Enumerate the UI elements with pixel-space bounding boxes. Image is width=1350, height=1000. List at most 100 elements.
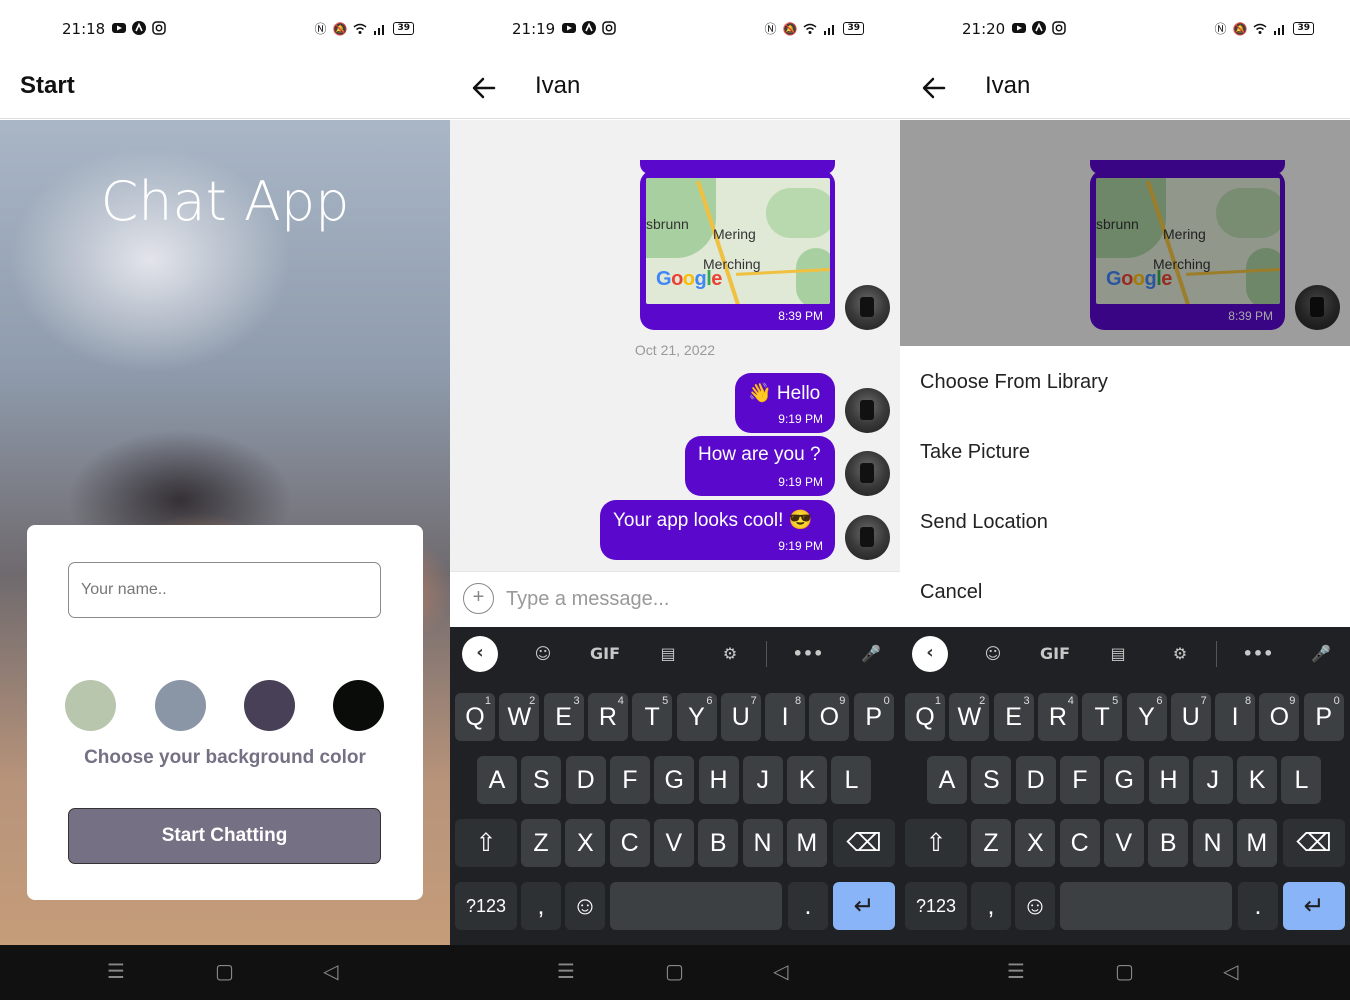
- comma-key[interactable]: ,: [521, 882, 561, 930]
- key-q[interactable]: Q1: [455, 693, 495, 741]
- key-g[interactable]: G: [1104, 756, 1145, 804]
- enter-key[interactable]: ↵: [833, 882, 895, 930]
- sticker-icon[interactable]: ☺: [525, 637, 561, 671]
- key-d[interactable]: D: [565, 756, 606, 804]
- key-t[interactable]: T5: [1082, 693, 1123, 741]
- key-z[interactable]: Z: [521, 819, 561, 867]
- color-swatch-black[interactable]: [333, 680, 384, 731]
- key-l[interactable]: L: [831, 756, 872, 804]
- key-f[interactable]: F: [609, 756, 650, 804]
- clipboard-icon[interactable]: ▤: [1100, 637, 1136, 671]
- settings-gear-icon[interactable]: ⚙: [1162, 637, 1198, 671]
- key-j[interactable]: J: [742, 756, 783, 804]
- back-arrow-icon[interactable]: [470, 74, 498, 102]
- key-d[interactable]: D: [1015, 756, 1056, 804]
- more-icon[interactable]: •••: [790, 637, 826, 671]
- key-w[interactable]: W2: [499, 693, 540, 741]
- space-key[interactable]: [610, 882, 782, 930]
- key-v[interactable]: V: [653, 819, 694, 867]
- home-icon[interactable]: ▢: [665, 959, 684, 983]
- period-key[interactable]: .: [1238, 882, 1278, 930]
- period-key[interactable]: .: [788, 882, 828, 930]
- key-r[interactable]: R4: [1037, 693, 1078, 741]
- key-q[interactable]: Q1: [905, 693, 945, 741]
- key-f[interactable]: F: [1059, 756, 1100, 804]
- shift-key[interactable]: ⇧: [905, 819, 967, 867]
- backspace-key[interactable]: ⌫: [1283, 819, 1345, 867]
- clipboard-icon[interactable]: ▤: [650, 637, 686, 671]
- key-h[interactable]: H: [1148, 756, 1189, 804]
- space-key[interactable]: [1060, 882, 1232, 930]
- gif-icon[interactable]: GIF: [1037, 637, 1073, 671]
- key-y[interactable]: Y6: [1126, 693, 1167, 741]
- recents-icon[interactable]: ☰: [557, 959, 575, 983]
- symbols-key[interactable]: ?123: [905, 882, 967, 930]
- key-i[interactable]: I8: [765, 693, 806, 741]
- key-u[interactable]: U7: [1170, 693, 1211, 741]
- key-w[interactable]: W2: [949, 693, 990, 741]
- key-c[interactable]: C: [609, 819, 650, 867]
- key-e[interactable]: E3: [543, 693, 584, 741]
- home-icon[interactable]: ▢: [215, 959, 234, 983]
- sticker-icon[interactable]: ☺: [975, 637, 1011, 671]
- key-m[interactable]: M: [786, 819, 827, 867]
- key-l[interactable]: L: [1281, 756, 1322, 804]
- key-v[interactable]: V: [1103, 819, 1144, 867]
- send-location-option[interactable]: Send Location: [920, 511, 1048, 534]
- microphone-icon[interactable]: 🎤: [853, 637, 889, 671]
- emoji-key[interactable]: ☺: [565, 882, 605, 930]
- key-a[interactable]: A: [927, 756, 967, 804]
- key-i[interactable]: I8: [1215, 693, 1256, 741]
- key-k[interactable]: K: [1237, 756, 1278, 804]
- emoji-key[interactable]: ☺: [1015, 882, 1055, 930]
- choose-from-library-option[interactable]: Choose From Library: [920, 371, 1108, 394]
- recents-icon[interactable]: ☰: [1007, 959, 1025, 983]
- key-n[interactable]: N: [1192, 819, 1233, 867]
- key-y[interactable]: Y6: [676, 693, 717, 741]
- message-list[interactable]: sbrunn Mering Merching Google 8:39 PM Oc…: [450, 120, 900, 571]
- key-o[interactable]: O9: [809, 693, 850, 741]
- key-x[interactable]: X: [1015, 819, 1056, 867]
- microphone-icon[interactable]: 🎤: [1303, 637, 1339, 671]
- modal-overlay[interactable]: [900, 120, 1350, 346]
- message-bubble[interactable]: How are you ? 9:19 PM: [685, 436, 835, 496]
- color-swatch-purple[interactable]: [244, 680, 295, 731]
- key-p[interactable]: P0: [1303, 693, 1344, 741]
- gif-icon[interactable]: GIF: [587, 637, 623, 671]
- recents-icon[interactable]: ☰: [107, 959, 125, 983]
- key-p[interactable]: P0: [853, 693, 894, 741]
- key-s[interactable]: S: [971, 756, 1012, 804]
- key-n[interactable]: N: [742, 819, 783, 867]
- key-a[interactable]: A: [477, 756, 517, 804]
- keyboard-collapse-icon[interactable]: ‹: [912, 636, 948, 672]
- home-icon[interactable]: ▢: [1115, 959, 1134, 983]
- key-g[interactable]: G: [654, 756, 695, 804]
- key-b[interactable]: B: [698, 819, 739, 867]
- nav-back-icon[interactable]: ◁: [323, 959, 338, 983]
- message-bubble[interactable]: 👋 Hello 9:19 PM: [735, 373, 835, 433]
- back-arrow-icon[interactable]: [920, 74, 948, 102]
- key-k[interactable]: K: [787, 756, 828, 804]
- take-picture-option[interactable]: Take Picture: [920, 441, 1030, 464]
- more-icon[interactable]: •••: [1240, 637, 1276, 671]
- settings-gear-icon[interactable]: ⚙: [712, 637, 748, 671]
- key-z[interactable]: Z: [971, 819, 1011, 867]
- key-s[interactable]: S: [521, 756, 562, 804]
- key-x[interactable]: X: [565, 819, 606, 867]
- color-swatch-slate[interactable]: [155, 680, 206, 731]
- message-input[interactable]: [506, 582, 876, 616]
- key-o[interactable]: O9: [1259, 693, 1300, 741]
- key-e[interactable]: E3: [993, 693, 1034, 741]
- name-input[interactable]: [68, 562, 381, 618]
- keyboard-collapse-icon[interactable]: ‹: [462, 636, 498, 672]
- enter-key[interactable]: ↵: [1283, 882, 1345, 930]
- plus-icon[interactable]: +: [463, 583, 494, 614]
- color-swatch-sage[interactable]: [65, 680, 116, 731]
- key-t[interactable]: T5: [632, 693, 673, 741]
- location-message[interactable]: sbrunn Mering Merching Google 8:39 PM: [640, 160, 835, 330]
- symbols-key[interactable]: ?123: [455, 882, 517, 930]
- comma-key[interactable]: ,: [971, 882, 1011, 930]
- key-r[interactable]: R4: [587, 693, 628, 741]
- cancel-option[interactable]: Cancel: [920, 581, 982, 604]
- nav-back-icon[interactable]: ◁: [773, 959, 788, 983]
